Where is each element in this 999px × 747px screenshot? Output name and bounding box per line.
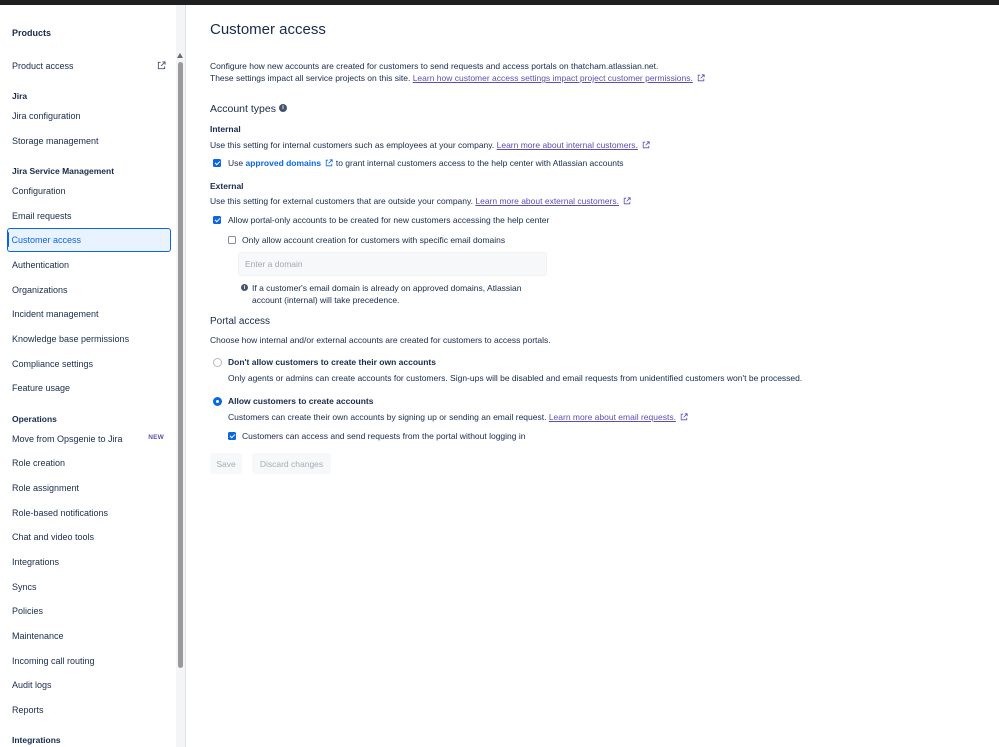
- sidebar-item-incoming-call-routing[interactable]: Incoming call routing: [7, 649, 171, 673]
- sidebar-item-policies[interactable]: Policies: [7, 599, 171, 623]
- internal-desc-text: Use this setting for internal customers …: [210, 140, 495, 150]
- allow-accounts-desc-text: Customers can create their own accounts …: [228, 412, 547, 422]
- sidebar-item-label: Move from Opsgenie to Jira: [12, 434, 123, 444]
- disallow-accounts-radio[interactable]: [213, 358, 222, 367]
- checkbox-suffix: to grant internal customers access to th…: [335, 158, 624, 168]
- discard-changes-button[interactable]: Discard changes: [252, 453, 331, 474]
- specific-domains-checkbox[interactable]: [228, 236, 236, 244]
- info-icon: i: [241, 284, 248, 291]
- scroll-up-arrow-icon[interactable]: [177, 53, 183, 58]
- intro-text-line1: Configure how new accounts are created f…: [210, 61, 659, 71]
- sidebar-heading-products: Products: [12, 28, 52, 38]
- sidebar-item-move-from-opsgenie[interactable]: Move from Opsgenie to Jira NEW: [7, 427, 171, 451]
- sidebar-item-jira-configuration[interactable]: Jira configuration: [7, 104, 171, 128]
- account-types-heading: Account types: [210, 103, 276, 115]
- internal-description: Use this setting for internal customers …: [210, 140, 650, 150]
- email-requests-link[interactable]: Learn more about email requests.: [549, 412, 676, 422]
- external-link-icon: [643, 141, 650, 149]
- domain-note-line1: If a customer's email domain is already …: [252, 283, 522, 293]
- external-description: Use this setting for external customers …: [210, 196, 631, 206]
- external-link-icon: [326, 159, 334, 167]
- sidebar-item-knowledge-base-permissions[interactable]: Knowledge base permissions: [7, 327, 171, 351]
- checkbox-prefix: Use: [228, 158, 244, 168]
- sidebar-heading-operations: Operations: [12, 414, 57, 424]
- external-heading: External: [210, 181, 244, 191]
- sidebar-item-role-based-notifications[interactable]: Role-based notifications: [7, 501, 171, 525]
- no-login-label: Customers can access and send requests f…: [242, 431, 526, 441]
- sidebar-heading-jira: Jira: [12, 91, 28, 101]
- sidebar-item-label: Product access: [12, 61, 74, 71]
- external-desc-text: Use this setting for external customers …: [210, 196, 473, 206]
- sidebar-item-compliance-settings[interactable]: Compliance settings: [7, 352, 171, 376]
- customer-permissions-link[interactable]: Learn how customer access settings impac…: [413, 73, 693, 83]
- sidebar-item-customer-access[interactable]: Customer access: [6, 228, 171, 252]
- sidebar-item-integrations[interactable]: Integrations: [7, 550, 171, 574]
- intro-text-line2: These settings impact all service projec…: [210, 73, 705, 83]
- sidebar-item-feature-usage[interactable]: Feature usage: [7, 376, 171, 400]
- allow-portal-accounts-label: Allow portal-only accounts to be created…: [228, 215, 550, 225]
- approved-domains-checkbox[interactable]: [213, 159, 221, 167]
- sidebar-heading-jsm: Jira Service Management: [12, 166, 115, 176]
- specific-domains-label: Only allow account creation for customer…: [242, 235, 506, 245]
- approved-domains-link[interactable]: approved domains: [246, 158, 322, 168]
- sidebar-item-reports[interactable]: Reports: [7, 698, 171, 722]
- sidebar-heading-integrations: Integrations: [12, 735, 61, 745]
- disallow-accounts-description: Only agents or admins can create account…: [228, 373, 803, 383]
- allow-portal-accounts-checkbox[interactable]: [213, 216, 221, 224]
- sidebar-item-product-access[interactable]: Product access: [7, 54, 171, 78]
- sidebar-item-configuration[interactable]: Configuration: [7, 179, 171, 203]
- sidebar-item-email-requests[interactable]: Email requests: [7, 204, 171, 228]
- external-link-icon: [624, 197, 631, 205]
- domain-input[interactable]: Enter a domain: [238, 252, 547, 276]
- external-customers-link[interactable]: Learn more about external customers.: [475, 196, 619, 206]
- sidebar-item-organizations[interactable]: Organizations: [7, 278, 171, 302]
- intro-text: These settings impact all service projec…: [210, 73, 411, 83]
- sidebar-item-storage-management[interactable]: Storage management: [7, 129, 171, 153]
- sidebar-item-incident-management[interactable]: Incident management: [7, 302, 171, 326]
- portal-access-description: Choose how internal and/or external acco…: [210, 335, 551, 345]
- save-button[interactable]: Save: [210, 453, 242, 474]
- sidebar-item-role-creation[interactable]: Role creation: [7, 451, 171, 475]
- sidebar-scrollbar-thumb[interactable]: [178, 62, 183, 668]
- allow-accounts-label: Allow customers to create accounts: [228, 396, 374, 406]
- internal-heading: Internal: [210, 124, 241, 134]
- sidebar-item-role-assignment[interactable]: Role assignment: [7, 476, 171, 500]
- internal-customers-link[interactable]: Learn more about internal customers.: [497, 140, 638, 150]
- external-link-icon: [157, 61, 166, 70]
- disallow-accounts-label: Don't allow customers to create their ow…: [228, 357, 436, 367]
- sidebar: Products Product access Jira Jira config…: [0, 5, 176, 747]
- sidebar-item-audit-logs[interactable]: Audit logs: [7, 673, 171, 697]
- approved-domains-label: Use approved domains to grant internal c…: [228, 158, 624, 168]
- domain-note-line2: account (internal) will take precedence.: [252, 295, 400, 305]
- sidebar-item-chat-and-video-tools[interactable]: Chat and video tools: [7, 525, 171, 549]
- external-link-icon: [698, 74, 705, 82]
- sidebar-item-maintenance[interactable]: Maintenance: [7, 624, 171, 648]
- page-title: Customer access: [210, 21, 326, 38]
- no-login-checkbox[interactable]: [228, 432, 236, 440]
- new-badge: NEW: [148, 434, 164, 441]
- sidebar-divider: [185, 5, 186, 747]
- sidebar-item-authentication[interactable]: Authentication: [7, 253, 171, 277]
- info-icon[interactable]: i: [279, 104, 287, 112]
- portal-access-heading: Portal access: [210, 316, 271, 327]
- allow-accounts-radio[interactable]: [213, 397, 222, 406]
- allow-accounts-description: Customers can create their own accounts …: [228, 412, 688, 422]
- external-link-icon: [681, 413, 688, 421]
- sidebar-item-syncs[interactable]: Syncs: [7, 575, 171, 599]
